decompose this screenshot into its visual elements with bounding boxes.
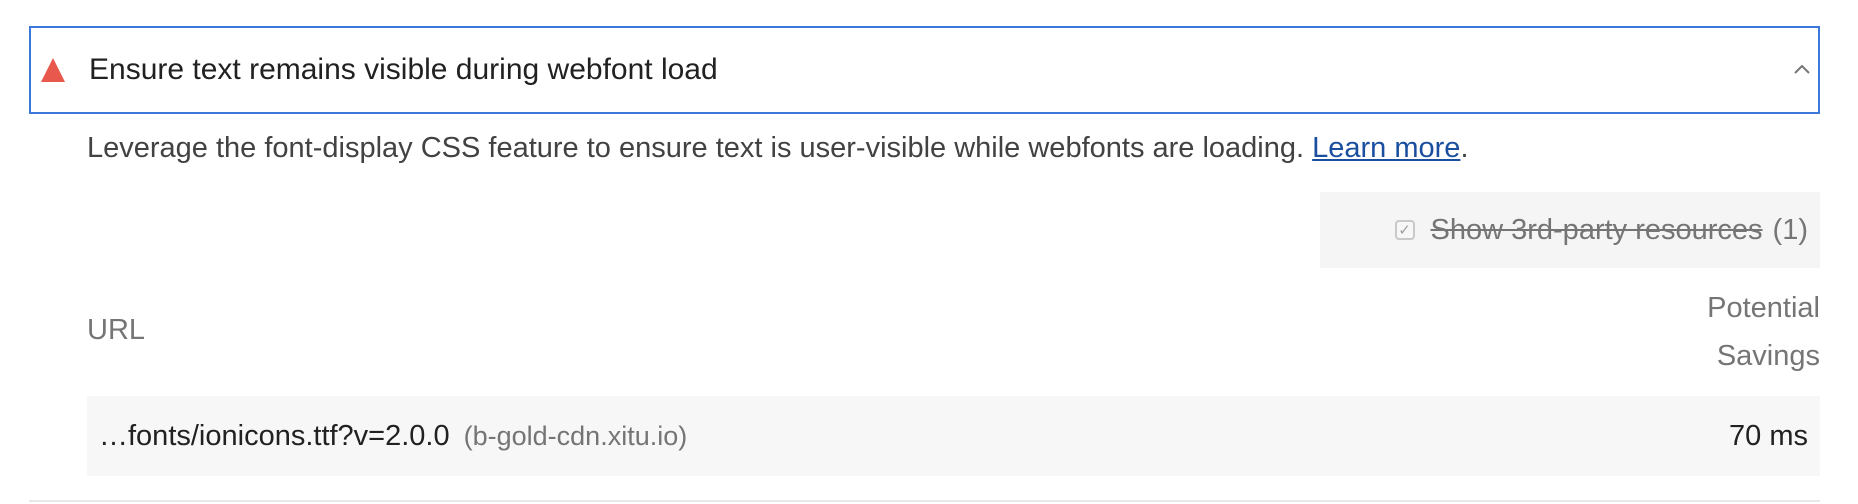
audit-header[interactable]: Ensure text remains visible during webfo… (29, 26, 1820, 114)
third-party-checkbox[interactable]: ✓ (1394, 220, 1415, 240)
column-header-savings: Potential Savings (1707, 284, 1820, 380)
third-party-filter-label: Show 3rd-party resources (1430, 214, 1763, 246)
row-host: (b-gold-cdn.xitu.io) (463, 421, 688, 451)
chevron-up-icon[interactable] (1788, 56, 1816, 84)
row-url[interactable]: …fonts/ionicons.ttf?v=2.0.0 (99, 420, 450, 452)
audit-description: Leverage the font-display CSS feature to… (87, 130, 1469, 166)
checkmark-icon: ✓ (1398, 221, 1411, 239)
third-party-filter-count: (1) (1772, 214, 1808, 246)
column-header-url: URL (87, 314, 146, 346)
third-party-filter[interactable]: ✓ Show 3rd-party resources (1) (1320, 192, 1820, 268)
fail-triangle-icon (41, 58, 65, 82)
learn-more-link[interactable]: Learn more (1312, 132, 1460, 164)
column-header-savings-line1: Potential (1707, 292, 1820, 324)
column-header-savings-line2: Savings (1716, 340, 1820, 372)
table-row: …fonts/ionicons.ttf?v=2.0.0 (b-gold-cdn.x… (87, 396, 1820, 476)
divider (29, 500, 1820, 502)
row-url-cell: …fonts/ionicons.ttf?v=2.0.0 (b-gold-cdn.x… (99, 418, 687, 454)
description-suffix: . (1460, 132, 1469, 164)
audit-title: Ensure text remains visible during webfo… (89, 53, 718, 86)
row-savings: 70 ms (1729, 420, 1808, 452)
audit-description-text: Leverage the font-display CSS feature to… (87, 132, 1305, 164)
